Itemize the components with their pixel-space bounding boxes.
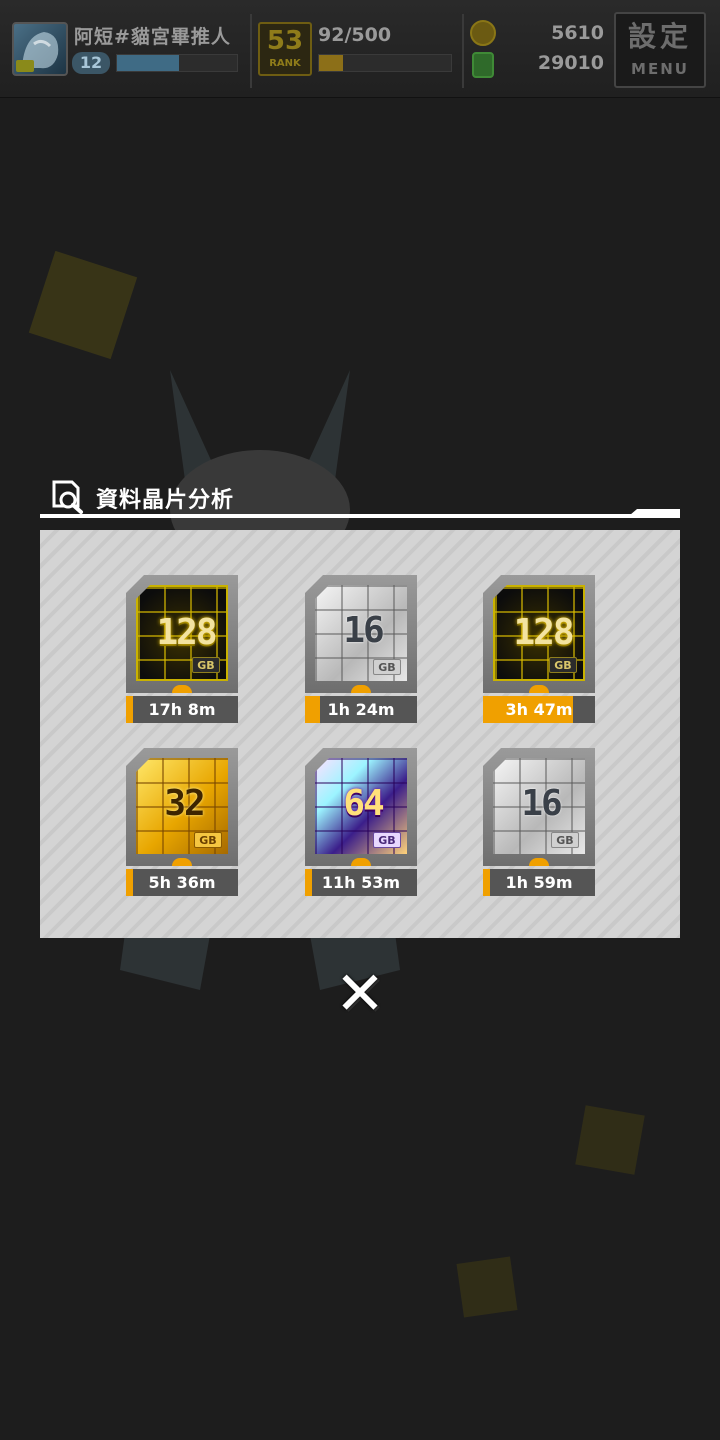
- player-avatar[interactable]: [12, 22, 68, 76]
- chip-capacity: 128: [513, 612, 574, 653]
- data-chip-icon: 128 GB: [493, 585, 585, 681]
- chip-timer-text: 5h 36m: [148, 873, 216, 892]
- chip-timer: 5h 36m: [126, 869, 238, 896]
- chip-timer: 11h 53m: [305, 869, 417, 896]
- chip-timer-progress: [305, 696, 320, 723]
- data-chip-icon: 128 GB: [136, 585, 228, 681]
- rank-label: RANK: [269, 58, 301, 69]
- player-level: 12: [72, 52, 110, 74]
- chip-timer-text: 11h 53m: [321, 873, 401, 892]
- chip-timer-text: 3h 47m: [505, 700, 573, 719]
- chip-timer-progress: [126, 869, 133, 896]
- chip-grid-panel: 128 GB 17h 8m 16 GB 1h 24m 128 GB 3h 47m: [40, 530, 680, 938]
- menu-button-kanji: 設定: [627, 20, 692, 53]
- stamina-value: 92/500: [318, 24, 392, 46]
- rank-number: 53: [266, 26, 304, 56]
- exp-bar-fill: [117, 55, 180, 71]
- data-chip-slot[interactable]: 128 GB 17h 8m: [126, 575, 238, 729]
- data-chip-icon: 32 GB: [136, 758, 228, 854]
- divider: [250, 14, 252, 88]
- coin-count: 5610: [551, 22, 604, 44]
- chip-timer-progress: [305, 869, 312, 896]
- data-chip-slot[interactable]: 16 GB 1h 59m: [483, 748, 595, 902]
- close-button[interactable]: ✕: [332, 964, 388, 1024]
- chip-timer: 3h 47m: [483, 696, 595, 723]
- header-divider: [40, 514, 680, 518]
- chip-timer-text: 17h 8m: [148, 700, 216, 719]
- chip-timer-progress: [126, 696, 133, 723]
- chip-timer: 17h 8m: [126, 696, 238, 723]
- menu-button[interactable]: 設定 MENU: [614, 12, 706, 88]
- player-name: 阿短#貓宮畢推人: [74, 26, 231, 48]
- stamina-bar: [318, 54, 452, 72]
- chip-timer-text: 1h 59m: [505, 873, 573, 892]
- chip-timer: 1h 59m: [483, 869, 595, 896]
- coin-icon: [470, 20, 496, 46]
- chip-indicator-icon: [172, 685, 192, 693]
- top-status-bar: 阿短#貓宮畢推人 12 53 RANK 92/500 5610 29010 設定…: [0, 0, 720, 98]
- gem-icon: [472, 52, 494, 78]
- data-chip-slot[interactable]: 32 GB 5h 36m: [126, 748, 238, 902]
- chip-capacity: 128: [156, 612, 217, 653]
- chip-capacity: 16: [521, 783, 562, 824]
- chip-indicator-icon: [172, 858, 192, 866]
- dialog-title: 資料晶片分析: [96, 488, 235, 513]
- chip-unit: GB: [373, 659, 401, 675]
- chip-unit: GB: [192, 657, 220, 673]
- chip-indicator-icon: [529, 858, 549, 866]
- chip-indicator-icon: [351, 858, 371, 866]
- chip-indicator-icon: [529, 685, 549, 693]
- rank-badge: 53 RANK: [258, 22, 312, 76]
- chip-capacity: 32: [164, 783, 205, 824]
- chip-unit: GB: [551, 832, 579, 848]
- data-chip-slot[interactable]: 64 GB 11h 53m: [305, 748, 417, 902]
- data-chip-icon: 64 GB: [315, 758, 407, 854]
- data-chip-icon: 16 GB: [315, 585, 407, 681]
- header-tab-decoration: [630, 509, 680, 515]
- chip-timer-progress: [483, 869, 490, 896]
- chip-timer: 1h 24m: [305, 696, 417, 723]
- chip-unit: GB: [194, 832, 222, 848]
- chip-timer-text: 1h 24m: [327, 700, 395, 719]
- exp-bar: [116, 54, 238, 72]
- data-chip-slot[interactable]: 16 GB 1h 24m: [305, 575, 417, 729]
- avatar-tag-icon: [16, 60, 34, 72]
- chip-capacity: 64: [343, 783, 384, 824]
- data-chip-slot[interactable]: 128 GB 3h 47m: [483, 575, 595, 729]
- chip-unit: GB: [549, 657, 577, 673]
- background-decoration: [575, 1105, 645, 1175]
- divider: [462, 14, 464, 88]
- menu-button-label: MENU: [631, 60, 689, 78]
- chip-unit: GB: [373, 832, 401, 848]
- chip-indicator-icon: [351, 685, 371, 693]
- chip-analysis-icon: [52, 480, 83, 514]
- background-decoration: [456, 1256, 518, 1318]
- stamina-bar-fill: [319, 55, 343, 71]
- chip-capacity: 16: [343, 610, 384, 651]
- data-chip-icon: 16 GB: [493, 758, 585, 854]
- gem-count: 29010: [537, 52, 604, 74]
- dialog-header: 資料晶片分析: [40, 476, 680, 518]
